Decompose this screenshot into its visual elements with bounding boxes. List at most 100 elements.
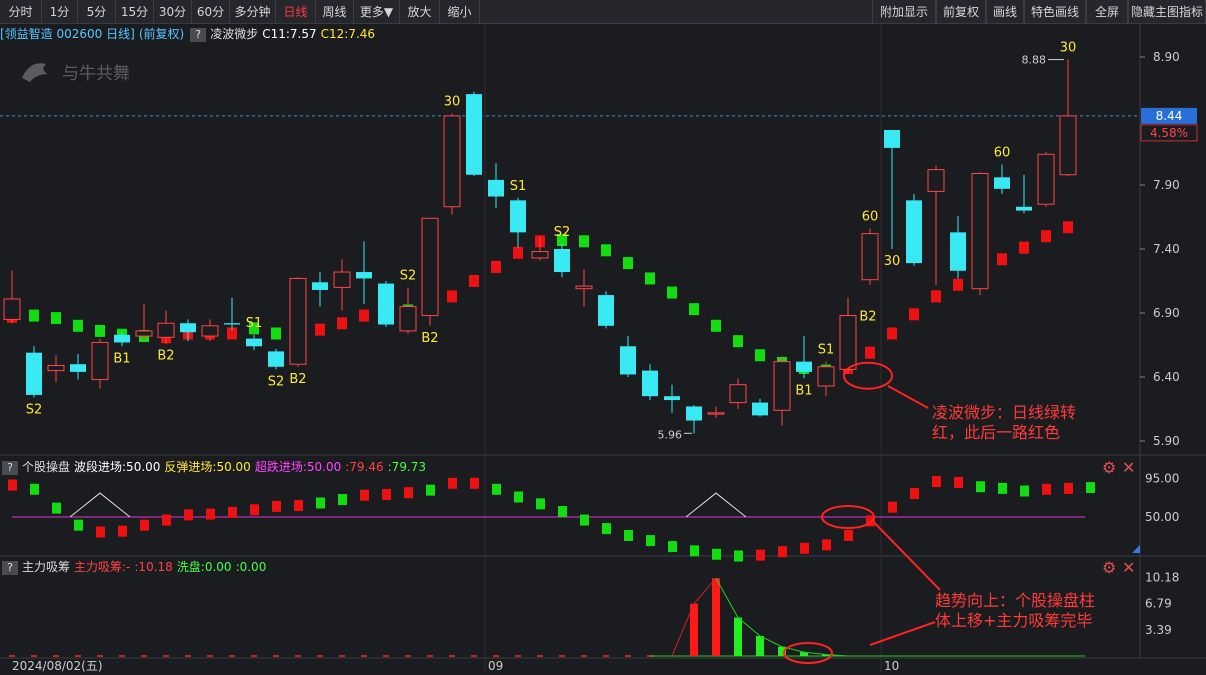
candle-body xyxy=(180,323,196,333)
panel2-bar xyxy=(844,529,853,541)
panel3-tick: 3.39 xyxy=(1145,623,1172,637)
panel2-bar xyxy=(272,500,281,512)
min-price-label: 5.96 xyxy=(658,428,683,441)
candle-body xyxy=(157,322,175,338)
candle-body xyxy=(91,341,109,381)
price-tick-label: 8.90 xyxy=(1153,50,1180,64)
panel2-bar xyxy=(294,500,303,512)
candle-body xyxy=(421,217,439,317)
wave-marker xyxy=(953,278,963,291)
candle-body xyxy=(575,285,593,290)
price-tick-label: 5.90 xyxy=(1153,434,1180,448)
annotation-text: 体上移+主力吸筹完毕 xyxy=(935,611,1092,630)
help-icon[interactable]: ? xyxy=(2,560,18,575)
candle-body xyxy=(135,330,153,337)
candle-body xyxy=(312,282,328,290)
panel2-bar xyxy=(1086,482,1095,494)
panel2-bar xyxy=(954,476,963,488)
candle-body xyxy=(488,179,504,197)
panel2-name[interactable]: 个股操盘 xyxy=(22,460,70,474)
wave-marker xyxy=(667,286,677,299)
date-label: 2024/08/02(五) xyxy=(12,659,103,673)
wave-marker xyxy=(689,303,699,316)
candle-body xyxy=(201,325,219,337)
panel2-bar xyxy=(976,481,985,493)
panel2-bar xyxy=(470,477,479,489)
panel2-bar xyxy=(712,548,721,560)
wave-marker xyxy=(711,319,721,332)
signal-label: 30 xyxy=(884,254,901,269)
help-icon[interactable]: ? xyxy=(2,460,18,475)
panel2-bar xyxy=(932,476,941,488)
wave-marker xyxy=(469,275,479,287)
wave-marker xyxy=(271,327,281,340)
settings-gear-icon[interactable]: ⚙ xyxy=(1102,460,1116,476)
wave-marker xyxy=(755,349,765,362)
wave-marker xyxy=(73,319,83,332)
panel2-bar xyxy=(514,491,523,503)
candle-body xyxy=(817,366,835,387)
signal-label: S2 xyxy=(268,374,285,389)
panel3-header: ? 主力吸筹 主力吸筹:-:10.18 洗盘:0.00:0.00 xyxy=(0,558,270,576)
wave-marker xyxy=(623,257,633,270)
wave-marker xyxy=(337,317,347,330)
candle-body xyxy=(906,200,922,264)
panel3-tick: 6.79 xyxy=(1145,597,1172,611)
price-tick-label: 6.40 xyxy=(1153,370,1180,384)
candle-body xyxy=(333,271,351,288)
month-label: 09 xyxy=(488,659,503,673)
panel2-bar xyxy=(360,489,369,501)
panel3-absorb-label: 主力吸筹:- xyxy=(74,560,131,574)
candle-body xyxy=(70,364,86,372)
panel2-header: ? 个股操盘 波段进场:50.00 反弹进场:50.00 超跌进场:50.00:79.4… xyxy=(0,458,430,476)
panel2-value-green: :79.73 xyxy=(387,460,427,474)
candle-body xyxy=(598,295,614,326)
price-tick-label: 7.40 xyxy=(1153,242,1180,256)
candle-body xyxy=(510,200,526,233)
wave-marker xyxy=(359,309,369,322)
wave-marker xyxy=(931,290,941,303)
stock-chart-window: 分时 1分 5分 15分 30分 60分 多分钟 日线 周线 更多▼ 放大 缩小 附加显示 前复权 画线 特色… xyxy=(0,0,1206,675)
panel2-bar xyxy=(602,523,611,535)
candle-body xyxy=(399,306,417,332)
panel2-bar xyxy=(998,482,1007,494)
wave-marker xyxy=(95,324,105,337)
signal-label: S2 xyxy=(26,402,43,417)
close-icon[interactable]: ✕ xyxy=(1122,460,1135,476)
signal-label: 60 xyxy=(994,146,1011,161)
wave-marker xyxy=(579,235,589,248)
price-tag: 8.44 xyxy=(1156,109,1183,123)
panel2-bar xyxy=(558,506,567,518)
settings-gear-icon[interactable]: ⚙ xyxy=(1102,560,1116,576)
wave-marker xyxy=(513,246,523,259)
panel2-bar xyxy=(96,526,105,538)
wave-marker xyxy=(29,309,39,322)
price-tick-label: 7.90 xyxy=(1153,178,1180,192)
wave-marker xyxy=(601,244,611,257)
close-icon[interactable]: ✕ xyxy=(1122,560,1135,576)
panel3-name[interactable]: 主力吸筹 xyxy=(22,560,70,574)
panel2-bar xyxy=(1042,483,1051,495)
wave-marker xyxy=(491,260,501,273)
panel2-bar xyxy=(668,541,677,553)
candle-body xyxy=(531,251,549,259)
panel2-bar xyxy=(140,519,149,531)
candle-body xyxy=(246,338,262,347)
panel2-bar xyxy=(580,514,589,526)
panel2-bar xyxy=(228,506,237,518)
candle-body xyxy=(994,177,1010,189)
panel2-bar xyxy=(8,479,17,491)
signal-label: B1 xyxy=(113,351,130,366)
wave-marker xyxy=(1063,221,1073,234)
candle-body xyxy=(26,352,42,395)
resize-handle xyxy=(1132,545,1140,553)
panel2-tick: 50.00 xyxy=(1145,510,1179,524)
pct-tag: 4.58% xyxy=(1150,126,1188,140)
candle-body xyxy=(839,315,857,370)
panel3-wash-value: :0.00 xyxy=(235,560,267,574)
panel2-tick: 95.00 xyxy=(1145,472,1179,486)
candle-body xyxy=(1016,206,1032,211)
panel2-bar xyxy=(624,529,633,541)
signal-label: 30 xyxy=(444,94,461,109)
candle-body xyxy=(378,283,394,325)
